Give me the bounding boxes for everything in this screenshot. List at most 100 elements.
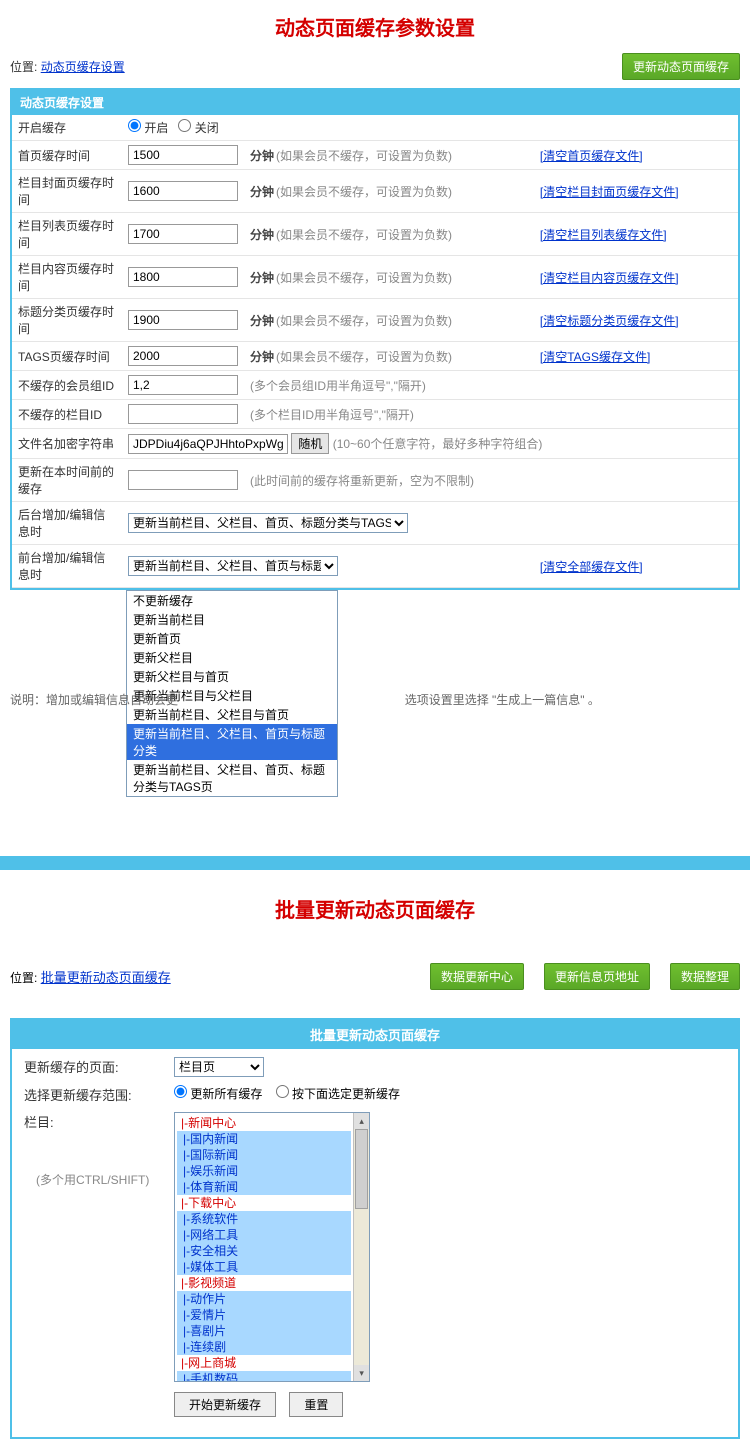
scope-label: 选择更新缓存范围: [24, 1085, 174, 1104]
scrollbar[interactable]: ▴ ▾ [353, 1113, 369, 1381]
dropdown-option[interactable]: 不更新缓存 [127, 591, 337, 610]
scroll-thumb[interactable] [355, 1129, 368, 1209]
column-label: 栏目: [24, 1112, 174, 1131]
page-type-select[interactable]: 栏目页 [174, 1057, 264, 1077]
list-item[interactable]: |-安全相关 [177, 1243, 351, 1259]
enc-hint: (10~60个任意字符，最好多种字符组合) [333, 437, 543, 451]
dropdown-option[interactable]: 更新当前栏目、父栏目、首页、标题分类与TAGS页 [127, 760, 337, 796]
list-time-label: 栏目列表页缓存时间 [12, 213, 122, 256]
list-item[interactable]: |-体育新闻 [177, 1179, 351, 1195]
dropdown-option[interactable]: 更新当前栏目、父栏目、首页与标题分类 [127, 724, 337, 760]
tag-time-input[interactable] [128, 310, 238, 330]
before-hint: (此时间前的缓存将重新更新，空为不限制) [250, 474, 474, 488]
list-item[interactable]: |-连续剧 [177, 1339, 351, 1355]
list-item[interactable]: |-媒体工具 [177, 1259, 351, 1275]
groupid-hint: (多个会员组ID用半角逗号","隔开) [250, 379, 426, 393]
tag-hint: (如果会员不缓存，可设置为负数) [276, 314, 452, 328]
cover-time-label: 栏目封面页缓存时间 [12, 170, 122, 213]
backend-select[interactable]: 更新当前栏目、父栏目、首页、标题分类与TAGS页 [128, 513, 408, 533]
groupid-input[interactable] [128, 375, 238, 395]
unit-cover: 分钟 [250, 185, 274, 199]
home-time-label: 首页缓存时间 [12, 141, 122, 170]
home-hint: (如果会员不缓存，可设置为负数) [276, 149, 452, 163]
unit-home: 分钟 [250, 149, 274, 163]
data-center-button[interactable]: 数据更新中心 [430, 963, 524, 990]
unit-tags: 分钟 [250, 350, 274, 364]
home-time-input[interactable] [128, 145, 238, 165]
note-prefix: 说明：增加或编辑信息自动会更 [10, 693, 178, 707]
before-input[interactable] [128, 470, 238, 490]
enc-input[interactable] [128, 434, 288, 454]
list-item[interactable]: |-网上商城 [175, 1355, 353, 1371]
frontend-label: 前台增加/编辑信息时 [12, 545, 122, 588]
colid-hint: (多个栏目ID用半角逗号","隔开) [250, 408, 414, 422]
enable-off-radio[interactable]: 关闭 [178, 121, 218, 135]
page-title-1: 动态页面缓存参数设置 [0, 0, 750, 49]
enable-on-radio[interactable]: 开启 [128, 121, 168, 135]
location-link-2[interactable]: 批量更新动态页面缓存 [41, 970, 171, 985]
data-cleanup-button[interactable]: 数据整理 [670, 963, 740, 990]
list-item[interactable]: |-影视频道 [175, 1275, 353, 1291]
content-time-input[interactable] [128, 267, 238, 287]
clear-cover-link[interactable]: [清空栏目封面页缓存文件] [540, 185, 679, 199]
list-item[interactable]: |-动作片 [177, 1291, 351, 1307]
dropdown-option[interactable]: 更新当前栏目 [127, 610, 337, 629]
content-time-label: 栏目内容页缓存时间 [12, 256, 122, 299]
clear-tags-link[interactable]: [清空TAGS缓存文件] [540, 350, 650, 364]
list-item[interactable]: |-喜剧片 [177, 1323, 351, 1339]
before-label: 更新在本时间前的缓存 [12, 459, 122, 502]
dropdown-option[interactable]: 更新首页 [127, 629, 337, 648]
list-item[interactable]: |-娱乐新闻 [177, 1163, 351, 1179]
clear-home-link[interactable]: [清空首页缓存文件] [540, 149, 643, 163]
tag-time-label: 标题分类页缓存时间 [12, 299, 122, 342]
backend-label: 后台增加/编辑信息时 [12, 502, 122, 545]
clear-content-link[interactable]: [清空栏目内容页缓存文件] [540, 271, 679, 285]
list-item[interactable]: |-下载中心 [175, 1195, 353, 1211]
frontend-select[interactable]: 更新当前栏目、父栏目、首页与标题分类 [128, 556, 338, 576]
random-button[interactable]: 随机 [291, 433, 329, 454]
clear-all-link[interactable]: [清空全部缓存文件] [540, 560, 643, 574]
scroll-up-icon[interactable]: ▴ [354, 1113, 369, 1129]
scope-all-radio[interactable]: 更新所有缓存 [174, 1087, 262, 1101]
page-type-label: 更新缓存的页面: [24, 1057, 174, 1077]
list-item[interactable]: |-爱情片 [177, 1307, 351, 1323]
clear-list-link[interactable]: [清空栏目列表缓存文件] [540, 228, 667, 242]
dropdown-option[interactable]: 更新父栏目与首页 [127, 667, 337, 686]
scroll-down-icon[interactable]: ▾ [354, 1365, 369, 1381]
enable-label: 开启缓存 [12, 115, 122, 141]
settings-panel-title: 动态页缓存设置 [12, 90, 738, 115]
reset-button[interactable]: 重置 [289, 1392, 343, 1417]
unit-content: 分钟 [250, 271, 274, 285]
cover-time-input[interactable] [128, 181, 238, 201]
location-link-1[interactable]: 动态页缓存设置 [41, 60, 125, 74]
page-title-2: 批量更新动态页面缓存 [0, 870, 750, 963]
groupid-label: 不缓存的会员组ID [12, 371, 122, 400]
list-item[interactable]: |-系统软件 [177, 1211, 351, 1227]
tags-time-input[interactable] [128, 346, 238, 366]
batch-panel: 批量更新动态页面缓存 更新缓存的页面: 栏目页 选择更新缓存范围: 更新所有缓存… [10, 1018, 740, 1439]
tags-time-label: TAGS页缓存时间 [12, 342, 122, 371]
list-hint: (如果会员不缓存，可设置为负数) [276, 228, 452, 242]
list-time-input[interactable] [128, 224, 238, 244]
list-item[interactable]: |-国内新闻 [177, 1131, 351, 1147]
update-info-url-button[interactable]: 更新信息页地址 [544, 963, 650, 990]
update-cache-button[interactable]: 更新动态页面缓存 [622, 53, 740, 80]
start-update-button[interactable]: 开始更新缓存 [174, 1392, 276, 1417]
tags-hint: (如果会员不缓存，可设置为负数) [276, 350, 452, 364]
list-item[interactable]: |-网络工具 [177, 1227, 351, 1243]
list-item[interactable]: |-手机数码 [177, 1371, 351, 1381]
column-multiselect[interactable]: |-新闻中心 |-国内新闻 |-国际新闻 |-娱乐新闻 |-体育新闻|-下载中心… [174, 1112, 370, 1382]
list-item[interactable]: |-国际新闻 [177, 1147, 351, 1163]
batch-panel-title: 批量更新动态页面缓存 [12, 1020, 738, 1049]
list-item[interactable]: |-新闻中心 [175, 1115, 353, 1131]
location-label-1: 位置: [10, 60, 37, 74]
colid-input[interactable] [128, 404, 238, 424]
scope-selected-radio[interactable]: 按下面选定更新缓存 [276, 1087, 400, 1101]
unit-tag: 分钟 [250, 314, 274, 328]
colid-label: 不缓存的栏目ID [12, 400, 122, 429]
unit-list: 分钟 [250, 228, 274, 242]
dropdown-option[interactable]: 更新父栏目 [127, 648, 337, 667]
note-suffix: 选项设置里选择 "生成上一篇信息" 。 [405, 693, 600, 707]
enc-label: 文件名加密字符串 [12, 429, 122, 459]
clear-tag-link[interactable]: [清空标题分类页缓存文件] [540, 314, 679, 328]
